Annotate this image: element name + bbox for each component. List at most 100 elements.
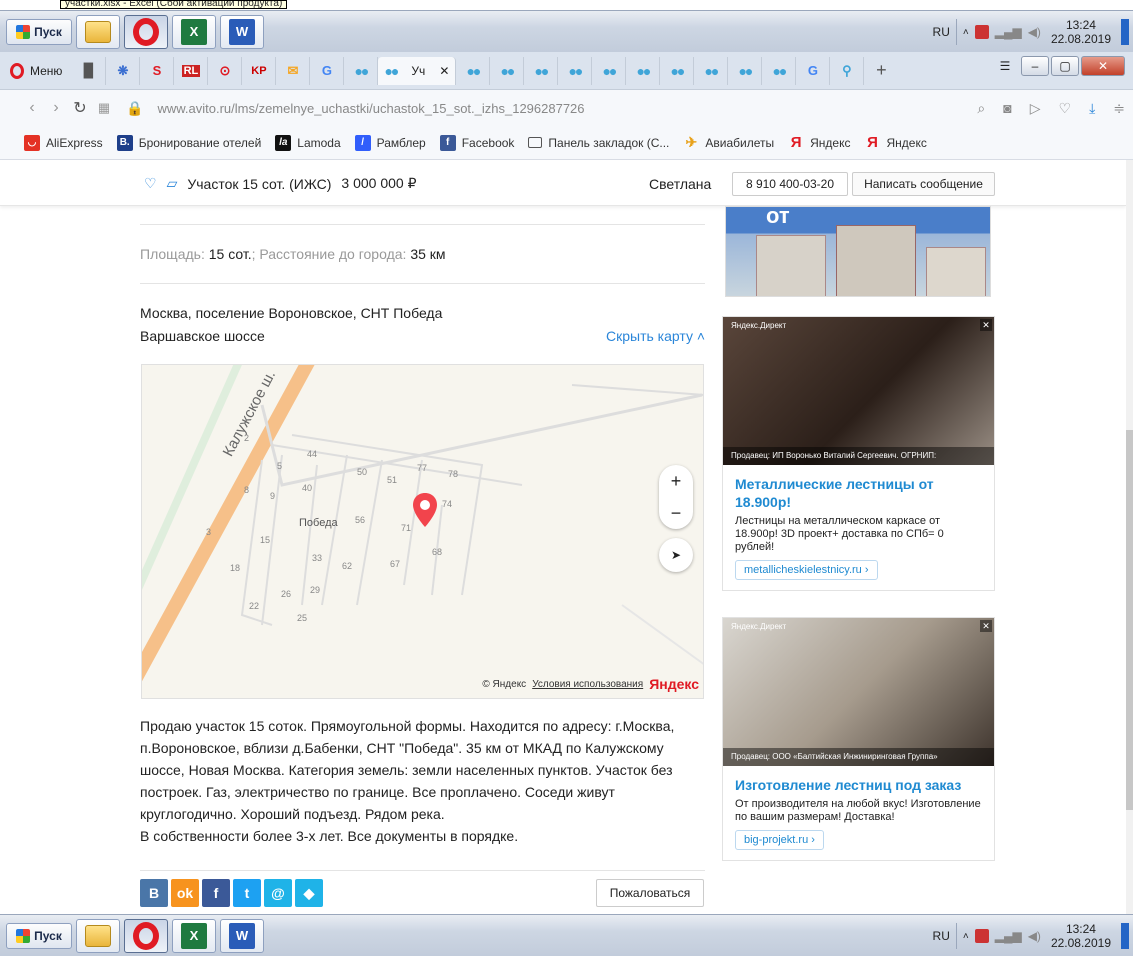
signal-icon[interactable]: ▂▄▆ (995, 25, 1022, 39)
tab-dots-3[interactable]: ●● (524, 56, 559, 85)
complain-button[interactable]: Пожаловаться (596, 879, 704, 907)
taskbar-excel[interactable]: X (172, 14, 216, 49)
close-ad-icon[interactable]: ✕ (980, 319, 992, 331)
phone-button[interactable]: 8 910 400-03-20 (732, 172, 848, 196)
taskbar-word[interactable]: W (220, 918, 264, 953)
tab-dots-10[interactable]: ●● (762, 56, 797, 85)
opera-menu-button[interactable]: Меню (0, 52, 72, 90)
facebook-share-button[interactable]: f (202, 879, 230, 907)
url-field[interactable]: www.avito.ru/lms/zemelnye_uchastki/uchas… (157, 101, 584, 116)
tab-dots-8[interactable]: ●● (694, 56, 729, 85)
tabs-menu-icon[interactable]: ☰ (991, 56, 1019, 76)
new-tab-button[interactable]: + (864, 57, 898, 85)
mailru-share-button[interactable]: @ (264, 879, 292, 907)
search-icon[interactable]: ⌕ (977, 100, 985, 117)
yandex-logo[interactable]: Яндекс (649, 676, 699, 692)
page-scrollbar[interactable] (1126, 160, 1133, 914)
livejournal-share-button[interactable]: ◆ (295, 879, 323, 907)
close-tab-icon[interactable]: ✕ (439, 64, 449, 78)
clock[interactable]: 13:24 22.08.2019 (1047, 18, 1115, 46)
zoom-out-button[interactable]: − (671, 503, 682, 524)
show-desktop-button[interactable] (1121, 19, 1129, 45)
signal-icon[interactable]: ▂▄▆ (995, 929, 1022, 943)
tab-dots-2[interactable]: ●● (490, 56, 525, 85)
note-icon[interactable]: ▱ (167, 175, 178, 192)
close-window-button[interactable]: ✕ (1081, 56, 1125, 76)
banner-ad-building[interactable]: от (725, 206, 991, 297)
bookmark-aviabilety[interactable]: ✈ Авиабилеты (683, 134, 775, 151)
tab-file[interactable]: ▉ (72, 56, 107, 85)
location-pin-icon[interactable] (413, 493, 437, 527)
taskbar-opera[interactable] (124, 14, 168, 49)
network-icon[interactable] (974, 25, 989, 39)
tab-mail[interactable]: ✉ (276, 56, 311, 85)
vk-share-button[interactable]: В (140, 879, 168, 907)
tab-eye[interactable]: ⊙ (208, 56, 243, 85)
close-ad-icon[interactable]: ✕ (980, 620, 992, 632)
ad-headline[interactable]: Изготовление лестниц под заказ (735, 776, 982, 794)
ad-card-2[interactable]: Яндекс.Директ ✕ Продавец: ООО «Балтийска… (722, 617, 995, 861)
start-button[interactable]: Пуск (6, 18, 72, 45)
camera-icon[interactable]: ◙ (1003, 100, 1011, 116)
message-button[interactable]: Написать сообщение (852, 172, 995, 196)
map-terms-link[interactable]: Условия использования (532, 679, 643, 690)
chevron-up-icon[interactable]: ˄ (963, 931, 969, 942)
bookmark-booking[interactable]: B. Бронирование отелей (116, 134, 261, 151)
tab-s[interactable]: S (140, 56, 175, 85)
bookmark-yandex-1[interactable]: Я Яндекс (788, 134, 851, 151)
tab-kp[interactable]: KP (242, 56, 277, 85)
locate-button[interactable]: ➤ (659, 538, 693, 572)
tab-dots-7[interactable]: ●● (660, 56, 695, 85)
tab-pin[interactable]: ⚲ (830, 56, 865, 85)
reload-icon[interactable]: ↻ (68, 98, 92, 118)
heart-icon[interactable]: ♡ (1059, 100, 1072, 117)
maximize-button[interactable]: ▢ (1051, 56, 1079, 76)
taskbar-excel[interactable]: X (172, 918, 216, 953)
tab-google[interactable]: G (310, 56, 345, 85)
ad-link[interactable]: big-projekt.ru › (735, 830, 824, 850)
bookmark-rambler[interactable]: / Рамблер (354, 134, 426, 151)
favorite-heart-icon[interactable]: ♡ (144, 175, 157, 192)
forward-icon[interactable]: › (44, 99, 68, 117)
download-icon[interactable]: ⤓ (1089, 100, 1095, 117)
zoom-in-button[interactable]: + (671, 471, 682, 492)
bookmark-aliexpress[interactable]: ◡ AliExpress (24, 134, 103, 151)
scrollbar-thumb[interactable] (1126, 430, 1133, 810)
network-icon[interactable] (974, 929, 989, 943)
chevron-up-icon[interactable]: ˄ (963, 27, 969, 38)
tab-snowflake[interactable]: ❋ (106, 56, 141, 85)
taskbar-folder[interactable] (76, 918, 120, 953)
ok-share-button[interactable]: ok (171, 879, 199, 907)
yandex-map[interactable]: Калужское ш. Победа 2 44 5 50 51 77 78 8… (141, 364, 704, 699)
clock[interactable]: 13:24 22.08.2019 (1047, 922, 1115, 950)
back-icon[interactable]: ‹ (20, 99, 44, 117)
taskbar-folder[interactable] (76, 14, 120, 49)
ad-card-1[interactable]: Яндекс.Директ ✕ Продавец: ИП Воронько Ви… (722, 316, 995, 591)
hide-map-link[interactable]: Скрыть карту ˄ (606, 328, 705, 344)
language-indicator[interactable]: RU (927, 19, 957, 45)
settings-icon[interactable]: ≑ (1113, 100, 1125, 117)
tab-dots-1[interactable]: ●● (456, 56, 491, 85)
bookmark-lamoda[interactable]: la Lamoda (275, 134, 341, 151)
tab-dots[interactable]: ●● (344, 56, 379, 85)
bookmark-folder[interactable]: Панель закладок (С... (528, 136, 669, 150)
taskbar-opera[interactable] (124, 918, 168, 953)
seller-name[interactable]: Светлана (649, 176, 711, 192)
tab-rl[interactable]: RL (174, 56, 209, 85)
tab-dots-9[interactable]: ●● (728, 56, 763, 85)
volume-icon[interactable]: ◀) (1028, 25, 1041, 39)
send-icon[interactable]: ▷ (1030, 100, 1041, 117)
twitter-share-button[interactable]: t (233, 879, 261, 907)
language-indicator[interactable]: RU (927, 923, 957, 949)
taskbar-word[interactable]: W (220, 14, 264, 49)
bookmark-facebook[interactable]: f Facebook (439, 134, 514, 151)
tab-dots-4[interactable]: ●● (558, 56, 593, 85)
show-desktop-button[interactable] (1121, 923, 1129, 949)
start-button[interactable]: Пуск (6, 922, 72, 949)
tab-google-2[interactable]: G (796, 56, 831, 85)
minimize-button[interactable]: – (1021, 56, 1049, 76)
ad-link[interactable]: metallicheskielestnicy.ru › (735, 560, 878, 580)
volume-icon[interactable]: ◀) (1028, 929, 1041, 943)
tab-active-avito[interactable]: ●● Уч ✕ (378, 56, 457, 85)
bookmark-yandex-2[interactable]: Я Яндекс (864, 134, 927, 151)
